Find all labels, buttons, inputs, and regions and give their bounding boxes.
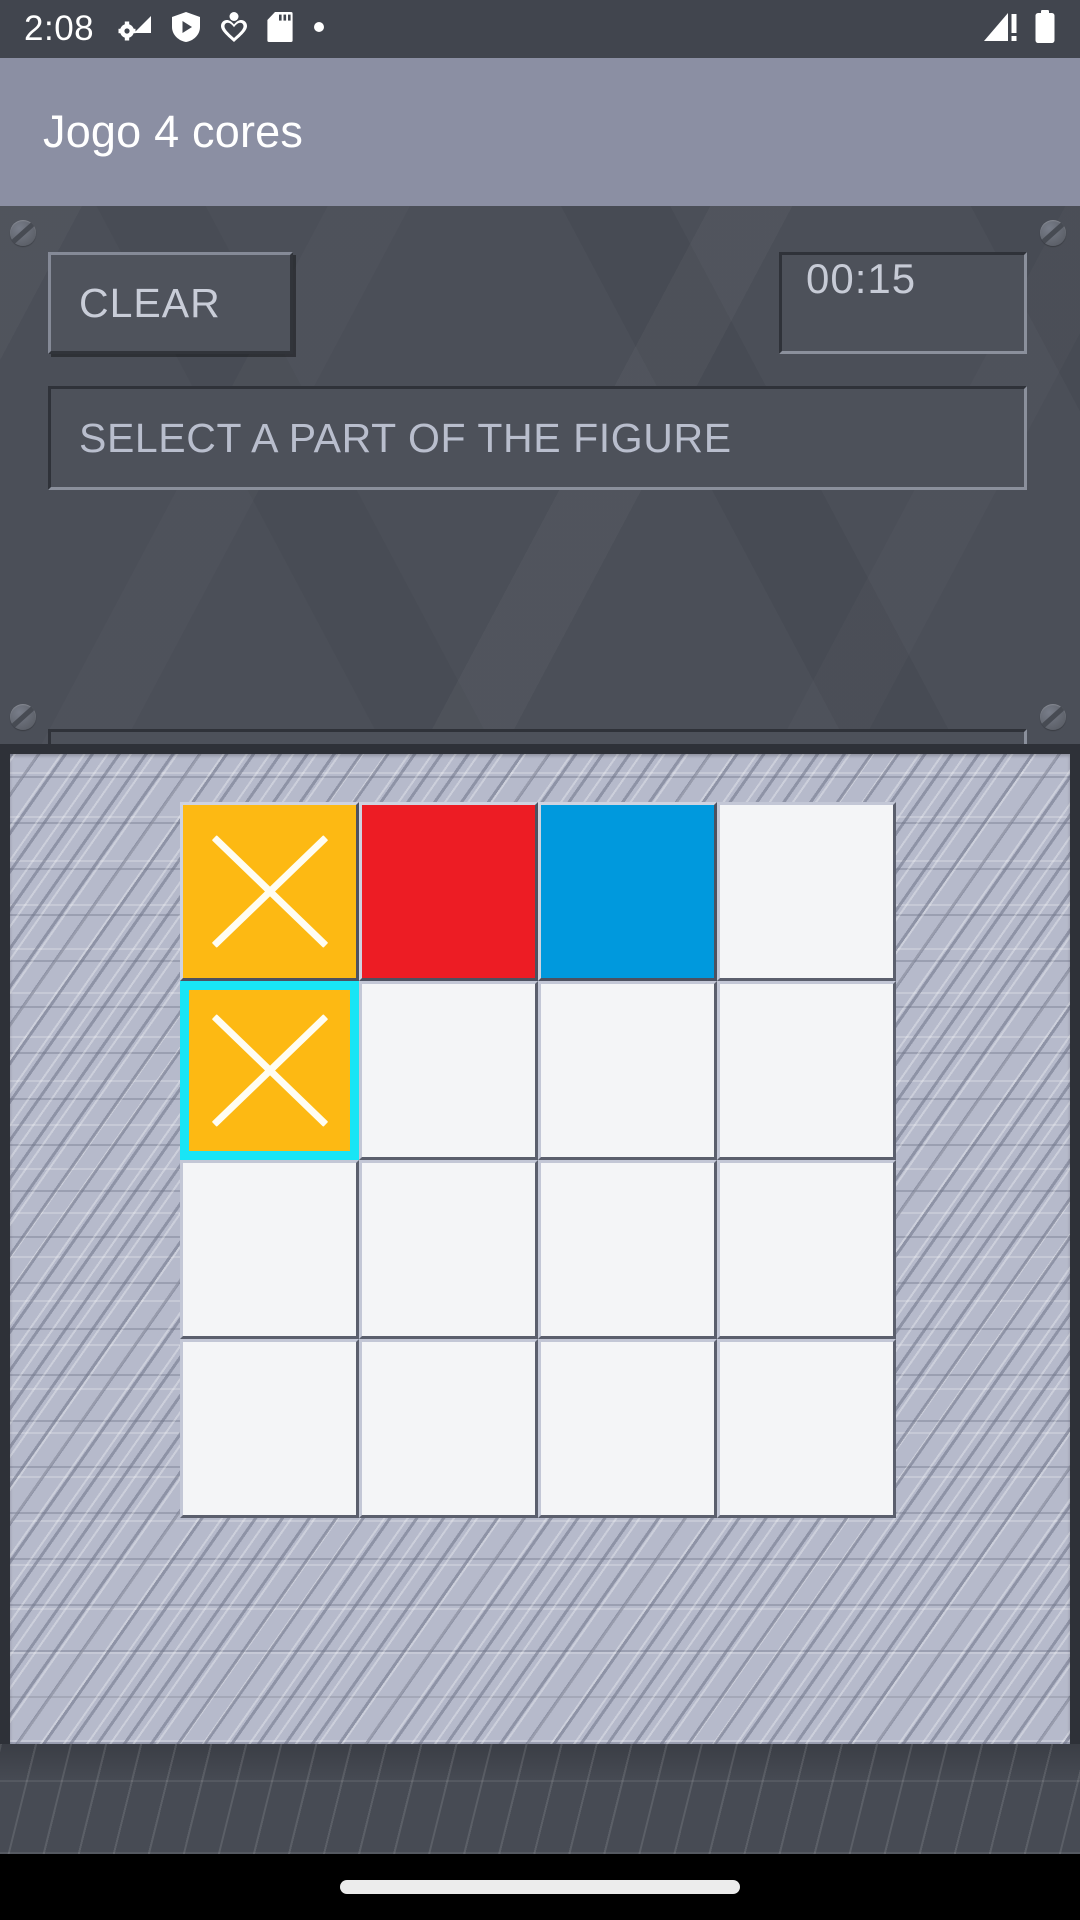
screw-icon-bottom-left [10, 704, 36, 730]
instruction-text: SELECT A PART OF THE FIGURE [79, 414, 732, 461]
instruction-banner: SELECT A PART OF THE FIGURE [48, 386, 1027, 490]
wifi-settings-icon [118, 12, 152, 47]
system-navigation-bar [0, 1854, 1080, 1920]
screw-icon-top-right [1040, 220, 1066, 246]
screw-icon-top-left [10, 220, 36, 246]
app-bar: Jogo 4 cores [0, 58, 1080, 206]
x-mark-icon [192, 814, 347, 969]
grid-cell-r3c3[interactable] [717, 1339, 896, 1518]
grid-cell-r1c0[interactable] [180, 981, 359, 1160]
grid-cell-r1c3[interactable] [717, 981, 896, 1160]
sd-card-icon [267, 11, 293, 48]
status-bar-system-icons [982, 9, 1056, 49]
timer-display: 00:15 [779, 252, 1027, 354]
cellular-signal-warning-icon [982, 11, 1020, 48]
grid-cell-r1c2[interactable] [538, 981, 717, 1160]
grid-cell-r3c1[interactable] [359, 1339, 538, 1518]
grid-cell-r2c3[interactable] [717, 1160, 896, 1339]
grid-cell-r2c1[interactable] [359, 1160, 538, 1339]
status-bar: 2:08 [0, 0, 1080, 58]
status-bar-notification-icons [118, 11, 326, 48]
screw-icon-bottom-right [1040, 704, 1066, 730]
board-container [0, 744, 1080, 1744]
x-mark-icon [192, 993, 347, 1148]
battery-full-icon [1034, 9, 1056, 49]
grid-cell-r0c3[interactable] [717, 802, 896, 981]
grid-cell-r2c2[interactable] [538, 1160, 717, 1339]
color-palette [48, 729, 1027, 744]
timer-value: 00:15 [806, 255, 917, 302]
app-screen: 2:08 Jogo 4 cores CLEAR 00:15 SELECT A P… [0, 0, 1080, 1920]
grid-cell-r3c0[interactable] [180, 1339, 359, 1518]
control-panel: CLEAR 00:15 SELECT A PART OF THE FIGURE [0, 206, 1080, 744]
page-title: Jogo 4 cores [43, 106, 304, 157]
status-bar-clock: 2:08 [24, 9, 95, 48]
home-indicator[interactable] [340, 1880, 740, 1894]
figure-grid[interactable] [180, 802, 896, 1518]
clear-button-label: CLEAR [79, 279, 221, 326]
bottom-texture-strip [0, 1744, 1080, 1854]
clear-button[interactable]: CLEAR [48, 252, 293, 354]
grid-cell-r0c2[interactable] [538, 802, 717, 981]
grid-cell-r1c1[interactable] [359, 981, 538, 1160]
grid-cell-r2c0[interactable] [180, 1160, 359, 1339]
grid-cell-r3c2[interactable] [538, 1339, 717, 1518]
board-surface [10, 754, 1070, 1744]
grid-cell-r0c1[interactable] [359, 802, 538, 981]
dot-icon [312, 20, 326, 39]
grid-cell-r0c0[interactable] [180, 802, 359, 981]
heart-person-icon [220, 11, 248, 48]
play-protect-shield-icon [171, 11, 201, 48]
